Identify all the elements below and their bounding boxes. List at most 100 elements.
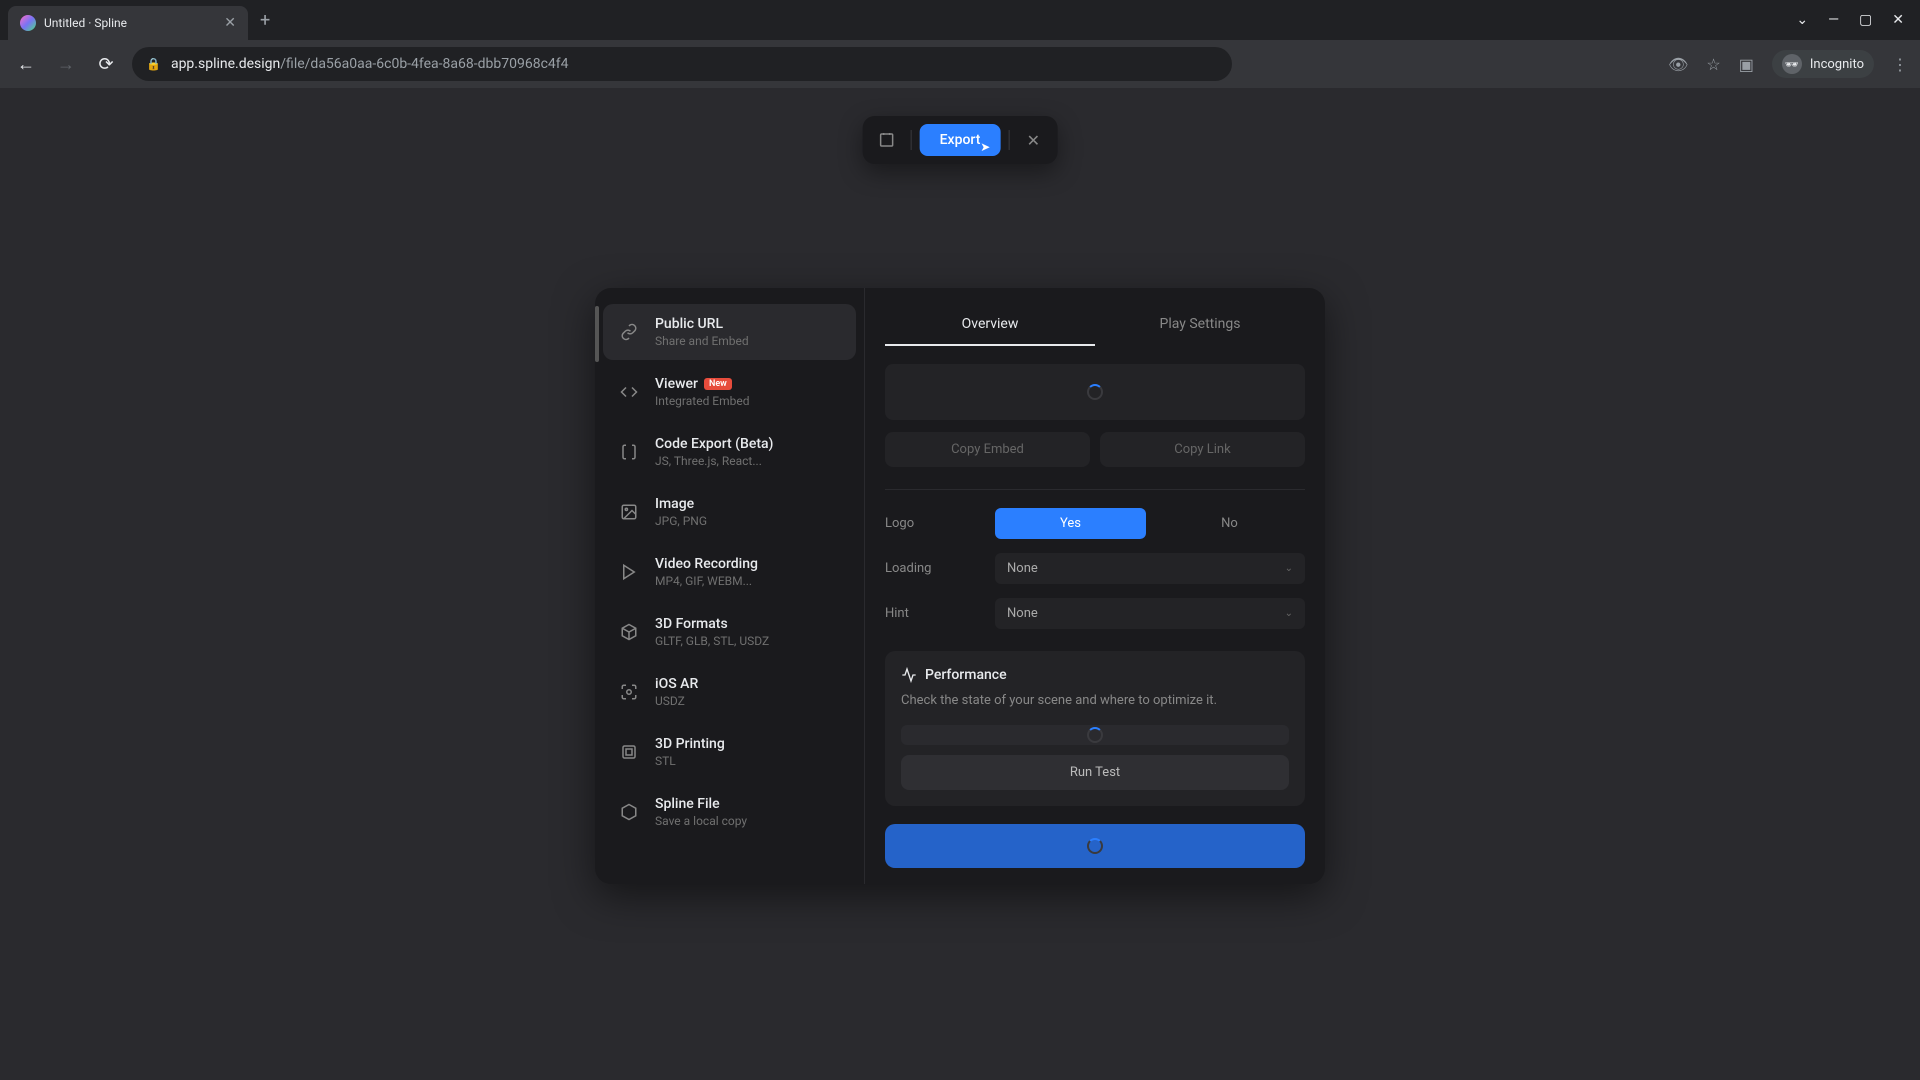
close-tab-icon[interactable]: ✕ bbox=[224, 15, 236, 31]
setting-loading: Loading None ⌄ bbox=[885, 553, 1305, 584]
option-subtitle: Save a local copy bbox=[655, 814, 747, 828]
forward-button[interactable]: → bbox=[52, 50, 80, 78]
run-test-button[interactable]: Run Test bbox=[901, 755, 1289, 790]
url-path: /file/da56a0aa-6c0b-4fea-8a68-dbb70968c4… bbox=[280, 56, 568, 72]
sidebar-item-spline-file[interactable]: Spline File Save a local copy bbox=[603, 784, 856, 840]
option-title: Video Recording bbox=[655, 556, 758, 572]
option-subtitle: MP4, GIF, WEBM... bbox=[655, 574, 758, 588]
option-title: Public URL bbox=[655, 316, 749, 332]
chevron-down-icon: ⌄ bbox=[1285, 608, 1293, 619]
incognito-badge[interactable]: 🕶 Incognito bbox=[1772, 50, 1874, 78]
sidebar-item-public-url[interactable]: Public URL Share and Embed bbox=[603, 304, 856, 360]
logo-toggle: Yes No bbox=[995, 508, 1305, 539]
brackets-icon bbox=[617, 440, 641, 464]
option-title: iOS AR bbox=[655, 676, 698, 692]
reload-button[interactable]: ⟳ bbox=[92, 50, 120, 78]
option-subtitle: STL bbox=[655, 754, 725, 768]
app-canvas: Export ➤ ✕ Public URL Share and Embed bbox=[0, 88, 1920, 1080]
option-subtitle: JPG, PNG bbox=[655, 514, 707, 528]
lock-icon: 🔒 bbox=[146, 57, 161, 71]
settings-section: Logo Yes No Loading None ⌄ Hint bbox=[885, 489, 1305, 643]
export-toolbar: Export ➤ ✕ bbox=[863, 116, 1058, 164]
incognito-icon: 🕶 bbox=[1782, 54, 1802, 74]
new-badge: New bbox=[704, 378, 732, 390]
favicon-icon bbox=[20, 15, 36, 31]
performance-description: Check the state of your scene and where … bbox=[901, 691, 1289, 711]
option-title: Code Export (Beta) bbox=[655, 436, 773, 452]
option-subtitle: USDZ bbox=[655, 694, 698, 708]
new-tab-button[interactable]: + bbox=[260, 10, 270, 31]
address-bar: ← → ⟳ 🔒 app.spline.design/file/da56a0aa-… bbox=[0, 40, 1920, 88]
option-subtitle: GLTF, GLB, STL, USDZ bbox=[655, 634, 769, 648]
option-title: Image bbox=[655, 496, 707, 512]
browser-tab[interactable]: Untitled · Spline ✕ bbox=[8, 6, 248, 40]
option-title: 3D Formats bbox=[655, 616, 769, 632]
setting-logo: Logo Yes No bbox=[885, 508, 1305, 539]
tab-play-settings[interactable]: Play Settings bbox=[1095, 304, 1305, 346]
url-text: app.spline.design/file/da56a0aa-6c0b-4fe… bbox=[171, 56, 569, 72]
loading-spinner-icon bbox=[1087, 838, 1103, 854]
menu-icon[interactable]: ⋮ bbox=[1892, 55, 1908, 74]
frame-icon[interactable] bbox=[871, 124, 903, 156]
sidebar-item-3d-printing[interactable]: 3D Printing STL bbox=[603, 724, 856, 780]
hint-select[interactable]: None ⌄ bbox=[995, 598, 1305, 629]
performance-card: Performance Check the state of your scen… bbox=[885, 651, 1305, 806]
primary-action-button[interactable] bbox=[885, 824, 1305, 868]
loading-spinner-icon bbox=[1087, 384, 1103, 400]
chevron-down-icon: ⌄ bbox=[1285, 563, 1293, 574]
loading-value: None bbox=[1007, 561, 1038, 576]
cursor-icon: ➤ bbox=[980, 140, 990, 154]
extensions-icon[interactable]: ▣ bbox=[1739, 55, 1754, 74]
copy-link-button[interactable]: Copy Link bbox=[1100, 432, 1305, 467]
tabs-dropdown-icon[interactable]: ⌄ bbox=[1796, 12, 1808, 28]
tab-overview[interactable]: Overview bbox=[885, 304, 1095, 346]
back-button[interactable]: ← bbox=[12, 50, 40, 78]
separator bbox=[911, 130, 912, 150]
copy-row: Copy Embed Copy Link bbox=[885, 432, 1305, 467]
sidebar-item-viewer[interactable]: Viewer New Integrated Embed bbox=[603, 364, 856, 420]
ar-icon bbox=[617, 680, 641, 704]
sidebar-item-code-export[interactable]: Code Export (Beta) JS, Three.js, React..… bbox=[603, 424, 856, 480]
separator bbox=[1008, 130, 1009, 150]
logo-no-button[interactable]: No bbox=[1154, 508, 1305, 539]
sidebar-item-video[interactable]: Video Recording MP4, GIF, WEBM... bbox=[603, 544, 856, 600]
close-window-button[interactable]: ✕ bbox=[1892, 12, 1904, 28]
bookmark-icon[interactable]: ☆ bbox=[1706, 55, 1720, 74]
activity-icon bbox=[901, 667, 917, 683]
sidebar-item-3d-formats[interactable]: 3D Formats GLTF, GLB, STL, USDZ bbox=[603, 604, 856, 660]
maximize-button[interactable]: ▢ bbox=[1859, 12, 1872, 28]
close-toolbar-button[interactable]: ✕ bbox=[1017, 124, 1049, 156]
hint-label: Hint bbox=[885, 606, 995, 621]
option-title: 3D Printing bbox=[655, 736, 725, 752]
minimize-button[interactable]: ― bbox=[1828, 12, 1839, 28]
option-title: Spline File bbox=[655, 796, 747, 812]
tab-bar: Untitled · Spline ✕ + ⌄ ― ▢ ✕ bbox=[0, 0, 1920, 40]
option-title: Viewer New bbox=[655, 376, 750, 392]
incognito-label: Incognito bbox=[1810, 57, 1864, 72]
file-icon bbox=[617, 800, 641, 824]
export-panel: Public URL Share and Embed Viewer New In… bbox=[595, 288, 1325, 884]
export-main: Overview Play Settings Copy Embed Copy L… bbox=[865, 288, 1325, 884]
tab-title: Untitled · Spline bbox=[44, 16, 216, 30]
option-subtitle: Integrated Embed bbox=[655, 394, 750, 408]
setting-hint: Hint None ⌄ bbox=[885, 598, 1305, 629]
option-subtitle: JS, Three.js, React... bbox=[655, 454, 773, 468]
url-bar[interactable]: 🔒 app.spline.design/file/da56a0aa-6c0b-4… bbox=[132, 47, 1232, 81]
loading-select[interactable]: None ⌄ bbox=[995, 553, 1305, 584]
browser-chrome: Untitled · Spline ✕ + ⌄ ― ▢ ✕ ← → ⟳ 🔒 ap… bbox=[0, 0, 1920, 88]
logo-yes-button[interactable]: Yes bbox=[995, 508, 1146, 539]
sidebar-item-ios-ar[interactable]: iOS AR USDZ bbox=[603, 664, 856, 720]
printer-icon bbox=[617, 740, 641, 764]
scrollbar-thumb[interactable] bbox=[595, 306, 599, 362]
logo-label: Logo bbox=[885, 516, 995, 531]
url-domain: app.spline.design bbox=[171, 56, 280, 72]
loading-label: Loading bbox=[885, 561, 995, 576]
copy-embed-button[interactable]: Copy Embed bbox=[885, 432, 1090, 467]
code-icon bbox=[617, 380, 641, 404]
sidebar-item-image[interactable]: Image JPG, PNG bbox=[603, 484, 856, 540]
eye-off-icon[interactable]: 👁 bbox=[1668, 55, 1688, 74]
play-icon bbox=[617, 560, 641, 584]
export-button[interactable]: Export ➤ bbox=[920, 124, 1001, 156]
window-controls: ⌄ ― ▢ ✕ bbox=[1796, 12, 1920, 28]
performance-header: Performance bbox=[901, 667, 1289, 683]
